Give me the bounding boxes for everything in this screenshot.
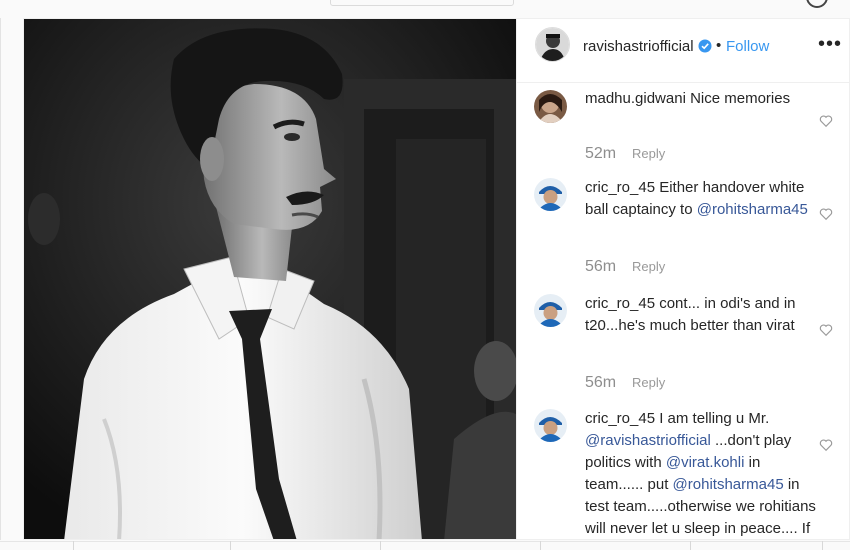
profile-icon[interactable] <box>806 0 828 8</box>
comment-time: 52m <box>585 145 617 162</box>
divider <box>0 541 850 542</box>
divider <box>230 541 231 550</box>
divider <box>690 541 691 550</box>
comment-avatar[interactable] <box>534 178 567 211</box>
divider <box>822 541 823 550</box>
post-side-panel: ravishastriofficial • Follow ••• madhu.g… <box>516 19 849 539</box>
mention-link[interactable]: @rohitsharma45 <box>697 201 808 218</box>
post-header: ravishastriofficial • Follow ••• <box>517 19 849 83</box>
comment-username[interactable]: cric_ro_45 <box>585 295 655 312</box>
comment-text: madhu.gidwani Nice memories <box>585 90 791 107</box>
comment-meta: 56m Reply <box>585 258 665 276</box>
search-bar-edge[interactable] <box>330 0 514 6</box>
divider <box>540 541 541 550</box>
comment-time: 56m <box>585 374 617 391</box>
post-photo <box>24 19 516 539</box>
reply-button[interactable]: Reply <box>632 146 665 161</box>
author-avatar[interactable] <box>535 27 570 62</box>
heart-outline-icon[interactable] <box>819 438 833 452</box>
heart-outline-icon[interactable] <box>819 207 833 221</box>
comment-avatar[interactable] <box>534 409 567 442</box>
comment-time: 56m <box>585 258 617 275</box>
header-separator: • <box>716 37 722 54</box>
comment-username[interactable]: madhu.gidwani <box>585 90 686 107</box>
comment-meta: 56m Reply <box>585 374 665 392</box>
comment-username[interactable]: cric_ro_45 <box>585 410 655 427</box>
comment-username[interactable]: cric_ro_45 <box>585 179 655 196</box>
divider <box>380 541 381 550</box>
reply-button[interactable]: Reply <box>632 375 665 390</box>
mention-link[interactable]: @virat.kohli <box>666 454 745 471</box>
comment-text: cric_ro_45 I am telling u Mr. @ravishast… <box>585 410 816 537</box>
comment-avatar[interactable] <box>534 90 567 123</box>
divider <box>0 18 1 540</box>
heart-outline-icon[interactable] <box>819 114 833 128</box>
more-options-icon[interactable]: ••• <box>818 33 842 56</box>
comment-text: cric_ro_45 cont... in odi's and in t20..… <box>585 295 796 334</box>
verified-badge-icon <box>698 39 712 53</box>
black-and-white-portrait-image <box>24 19 516 539</box>
divider <box>73 541 74 550</box>
comment-avatar[interactable] <box>534 294 567 327</box>
mention-link[interactable]: @rohitsharma45 <box>673 476 784 493</box>
comment-text: cric_ro_45 Either handover white ball ca… <box>585 179 808 218</box>
heart-outline-icon[interactable] <box>819 323 833 337</box>
author-username[interactable]: ravishastriofficial <box>583 38 694 55</box>
reply-button[interactable]: Reply <box>632 259 665 274</box>
comment-meta: 52m Reply <box>585 145 665 163</box>
mention-link[interactable]: @ravishastriofficial <box>585 432 711 449</box>
post-modal: ravishastriofficial • Follow ••• madhu.g… <box>23 18 850 540</box>
follow-button[interactable]: Follow <box>726 38 769 55</box>
